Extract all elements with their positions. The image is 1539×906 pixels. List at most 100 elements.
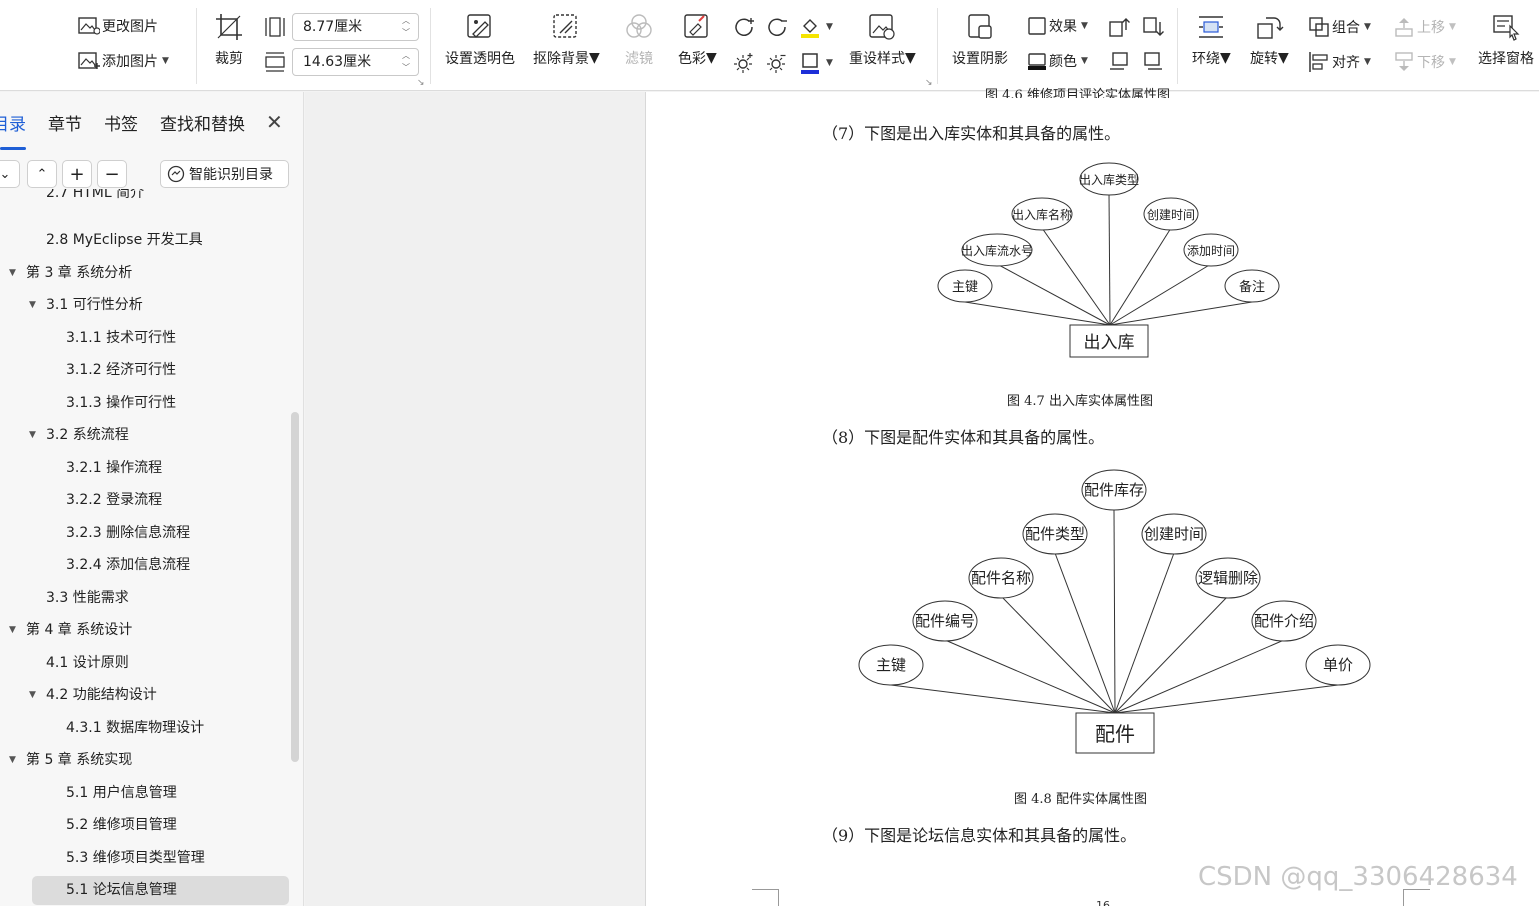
remove-background-label: 抠除背景 (533, 51, 589, 67)
shadow-left-icon[interactable] (1108, 51, 1130, 73)
toc-item[interactable]: ▼ 4.2 功能结构设计 (29, 682, 157, 708)
selection-pane-button[interactable]: 选择窗格 (1478, 10, 1534, 68)
attribute-label: 出入库名称 (1012, 207, 1072, 222)
add-image-button[interactable]: 添加图片 ▼ (78, 51, 169, 71)
shadow-up-icon[interactable] (1108, 16, 1130, 38)
spin-up-icon[interactable]: ︿ (402, 51, 414, 61)
toc-item[interactable]: 5.3 维修项目类型管理 (66, 845, 205, 871)
toc-item[interactable]: 3.1.3 操作可行性 (66, 390, 176, 416)
tab-toc[interactable]: 目录 (0, 110, 26, 135)
caret-down-icon[interactable]: ▼ (29, 422, 36, 448)
chevron-down-icon: ▼ (1081, 21, 1088, 31)
toc-item-label: 第 3 章 系统分析 (26, 265, 133, 281)
toc-item[interactable]: 5.1 用户信息管理 (66, 780, 177, 806)
toc-item[interactable]: ▼ 3.2 系统流程 (29, 422, 129, 448)
move-up-button[interactable]: 上移 ▼ (1393, 16, 1456, 38)
crop-icon (216, 14, 242, 40)
shadow-icon (968, 14, 992, 39)
caret-down-icon[interactable]: ▼ (9, 617, 16, 643)
shadow-right-icon[interactable] (1142, 51, 1164, 73)
toc-item[interactable]: 4.1 设计原则 (46, 650, 129, 676)
caret-down-icon[interactable]: ▼ (9, 260, 16, 286)
filter-button[interactable]: 滤镜 (624, 10, 654, 68)
spin-down-icon[interactable]: ﹀ (402, 28, 414, 38)
toc-item[interactable]: ▼ 第 5 章 系统实现 (9, 747, 132, 773)
toc-item[interactable]: 3.2.1 操作流程 (66, 455, 162, 481)
toc-item[interactable]: 3.3 性能需求 (46, 585, 129, 611)
close-icon[interactable]: ✕ (266, 110, 283, 134)
effects-button[interactable]: 效果 ▼ (1027, 16, 1088, 36)
toc-item[interactable]: 3.2.4 添加信息流程 (66, 552, 190, 578)
attribute-label: 配件库存 (1084, 481, 1144, 499)
transparent-color-icon (467, 14, 491, 38)
move-down-button[interactable]: 下移 ▼ (1393, 51, 1456, 73)
tab-bookmarks[interactable]: 书签 (104, 110, 138, 135)
crop-button[interactable]: 裁剪 (214, 10, 244, 68)
remove-heading-button[interactable]: − (97, 160, 127, 188)
caret-down-icon[interactable]: ▼ (29, 292, 36, 318)
set-shadow-button[interactable]: 设置阴影 (952, 10, 1008, 68)
increase-brightness-icon[interactable] (733, 52, 755, 74)
smart-toc-button[interactable]: 智能识别目录 (160, 160, 289, 188)
smart-toc-icon (167, 165, 185, 183)
tab-chapters[interactable]: 章节 (48, 110, 82, 135)
toc-item-label: 2.8 MyEclipse 开发工具 (46, 232, 203, 248)
set-shadow-label: 设置阴影 (952, 51, 1008, 67)
toc-item[interactable]: 3.2.2 登录流程 (66, 487, 162, 513)
decrease-contrast-icon[interactable] (766, 16, 788, 38)
er-diagram-parts[interactable]: 主键 配件编号 配件名称 配件类型 配件库存 创建时间 逻辑删除 配件介绍 单价… (855, 468, 1375, 758)
toc-item-selected[interactable]: 5.1 论坛信息管理 (32, 876, 289, 905)
increase-contrast-icon[interactable] (733, 16, 755, 38)
reset-style-button[interactable]: 重设样式 ▼ (849, 10, 916, 68)
toc-item[interactable]: 3.1.1 技术可行性 (66, 325, 176, 351)
toc-item[interactable]: 3.2.3 删除信息流程 (66, 520, 190, 546)
caret-down-icon[interactable]: ▼ (29, 682, 36, 708)
attribute-label: 单价 (1323, 656, 1353, 674)
toc-item[interactable]: 5.2 维修项目管理 (66, 812, 177, 838)
wrap-button[interactable]: 环绕 ▼ (1192, 10, 1231, 68)
height-input[interactable]: 14.63厘米 ︿ ﹀ (292, 48, 419, 76)
group-button[interactable]: 组合 ▼ (1308, 16, 1371, 38)
toc-item[interactable]: ▼ 第 3 章 系统分析 (9, 260, 133, 286)
toc-scrollbar[interactable] (291, 412, 299, 762)
toc-item[interactable]: 3.1.2 经济可行性 (66, 357, 176, 383)
rotate-button[interactable]: 旋转 ▼ (1250, 10, 1289, 68)
border-color-button[interactable]: ▼ (800, 52, 833, 74)
color-button[interactable]: 色彩 ▼ (678, 10, 717, 68)
change-image-icon (78, 17, 100, 35)
toc-item[interactable]: 2.8 MyEclipse 开发工具 (46, 227, 203, 253)
spin-up-icon[interactable]: ︿ (402, 16, 414, 26)
paragraph-9: （9）下图是论坛信息实体和其具备的属性。 (822, 826, 1137, 845)
caret-down-icon[interactable]: ▼ (9, 747, 16, 773)
align-button[interactable]: 对齐 ▼ (1308, 51, 1371, 73)
color-label: 色彩 (678, 51, 706, 67)
chevron-down-icon: ⌄ (0, 166, 11, 182)
remove-background-button[interactable]: 抠除背景 ▼ (533, 10, 600, 68)
er-diagram-stock[interactable]: 主键 出入库流水号 出入库名称 出入库类型 创建时间 添加时间 备注 出入库 (930, 158, 1290, 363)
attribute-label: 配件名称 (971, 569, 1031, 587)
plus-icon: + (69, 163, 85, 185)
width-input[interactable]: 8.77厘米 ︿ ﹀ (292, 13, 419, 41)
fill-color-button[interactable]: ▼ (800, 16, 833, 38)
toc-item[interactable]: 2.7 HTML 简介 (46, 189, 144, 203)
decrease-brightness-icon[interactable] (766, 52, 788, 74)
chevron-down-icon: ▼ (162, 56, 169, 66)
change-image-button[interactable]: 更改图片 (78, 16, 158, 36)
dialog-launcher-icon[interactable]: ↘ (417, 78, 425, 88)
color-palette-icon (684, 14, 709, 38)
shadow-down-icon[interactable] (1142, 16, 1164, 38)
figure-caption-8: 图 4.8 配件实体属性图 (1014, 792, 1147, 807)
move-down-label: 下移 (1417, 55, 1445, 71)
toc-item[interactable]: ▼ 3.1 可行性分析 (29, 292, 143, 318)
tab-find-replace[interactable]: 查找和替换 (160, 110, 245, 135)
shadow-color-button[interactable]: 颜色 ▼ (1027, 51, 1088, 71)
add-heading-button[interactable]: + (62, 160, 92, 188)
collapse-all-button[interactable]: ⌄ (0, 160, 20, 188)
set-transparent-button[interactable]: 设置透明色 (445, 10, 515, 68)
spin-down-icon[interactable]: ﹀ (402, 63, 414, 73)
attribute-label: 主键 (876, 656, 906, 674)
toc-item[interactable]: ▼ 第 4 章 系统设计 (9, 617, 132, 643)
toc-item[interactable]: 4.3.1 数据库物理设计 (66, 715, 204, 741)
dialog-launcher-icon[interactable]: ↘ (925, 78, 933, 88)
expand-level-up-button[interactable]: ⌃ (27, 160, 57, 188)
